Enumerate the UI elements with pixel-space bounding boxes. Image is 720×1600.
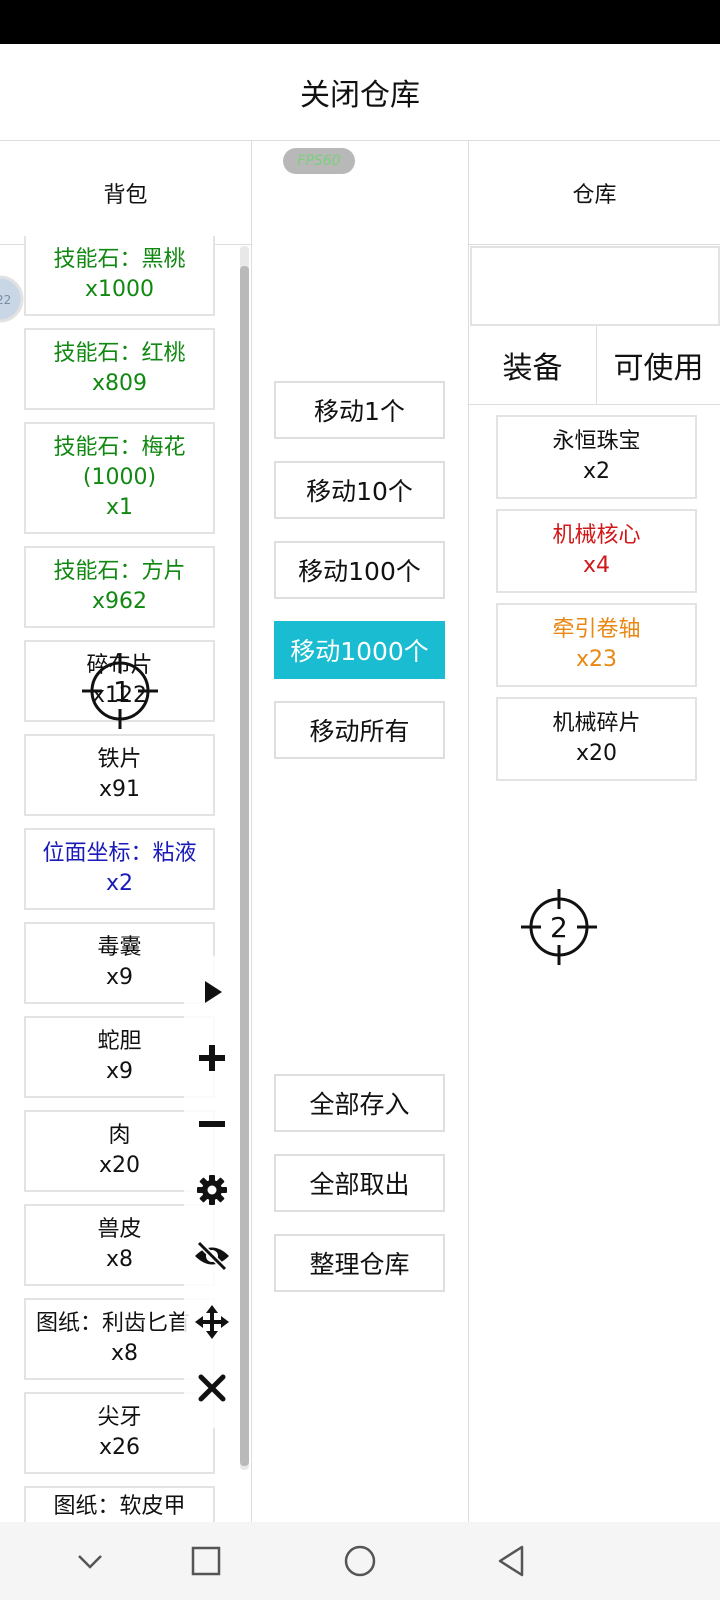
item-qty: x20 bbox=[98, 1153, 140, 1178]
item-qty: x26 bbox=[98, 1435, 140, 1460]
item-name: 兽皮 bbox=[97, 1217, 142, 1242]
move-1-button[interactable]: 移动1个 bbox=[274, 381, 445, 439]
bag-title: 背包 bbox=[103, 183, 148, 208]
side-bubble-text: 22 bbox=[0, 293, 11, 307]
eye-off-icon[interactable] bbox=[184, 1228, 240, 1284]
minus-icon[interactable] bbox=[184, 1096, 240, 1152]
move-1000-button[interactable]: 移动1000个 bbox=[274, 621, 445, 679]
item-qty: x962 bbox=[91, 589, 147, 614]
circle-icon[interactable] bbox=[339, 1540, 381, 1582]
warehouse-item[interactable]: 永恒珠宝 x2 bbox=[496, 415, 697, 499]
bag-header: 背包 bbox=[0, 141, 251, 245]
warehouse-item[interactable]: 机械碎片 x20 bbox=[496, 697, 697, 781]
crosshair-1-label: 1 bbox=[113, 675, 131, 708]
item-name: 技能石：红桃 bbox=[53, 341, 186, 366]
page-title: 关闭仓库 bbox=[300, 78, 420, 113]
gear-icon[interactable] bbox=[184, 1162, 240, 1218]
item-name: 永恒珠宝 bbox=[552, 429, 641, 454]
bag-item[interactable]: 技能石：方片 x962 bbox=[24, 546, 215, 628]
bag-item[interactable]: 位面坐标：粘液 x2 bbox=[24, 828, 215, 910]
status-bar bbox=[0, 0, 720, 44]
play-icon[interactable] bbox=[184, 964, 240, 1020]
item-qty: x9 bbox=[105, 1059, 134, 1084]
item-qty: x809 bbox=[91, 371, 147, 396]
withdraw-all-button[interactable]: 全部取出 bbox=[274, 1154, 445, 1212]
item-qty: x2 bbox=[105, 871, 134, 896]
bag-item[interactable]: 图纸：软皮甲 bbox=[24, 1486, 215, 1522]
item-name: 肉 bbox=[108, 1123, 131, 1148]
square-icon[interactable] bbox=[185, 1540, 227, 1582]
item-qty: x1000 bbox=[84, 277, 154, 302]
deposit-all-button[interactable]: 全部存入 bbox=[274, 1074, 445, 1132]
item-name: 蛇胆 bbox=[97, 1029, 142, 1054]
bag-item[interactable]: 技能石：黑桃 x1000 bbox=[24, 236, 215, 316]
plus-icon[interactable] bbox=[184, 1030, 240, 1086]
item-name: 技能石：梅花 bbox=[53, 435, 186, 460]
item-name: 图纸：软皮甲 bbox=[53, 1494, 186, 1519]
item-name: 机械核心 bbox=[552, 523, 641, 548]
bag-item[interactable]: 技能石：红桃 x809 bbox=[24, 328, 215, 410]
divider-left bbox=[251, 141, 252, 1522]
item-name: 尖牙 bbox=[97, 1405, 142, 1430]
item-qty: x1 bbox=[105, 495, 134, 520]
crosshair-2-icon[interactable]: 2 bbox=[519, 887, 599, 967]
crosshair-2-label: 2 bbox=[550, 911, 568, 944]
item-name: 毒囊 bbox=[97, 935, 142, 960]
item-qty: x2 bbox=[582, 459, 611, 484]
close-warehouse-button[interactable]: 关闭仓库 bbox=[0, 44, 720, 141]
item-qty: x8 bbox=[110, 1341, 139, 1366]
item-qty: x9 bbox=[105, 965, 134, 990]
move-icon[interactable] bbox=[184, 1294, 240, 1350]
tab-usable[interactable]: 可使用 bbox=[597, 326, 720, 404]
item-qty: x91 bbox=[98, 777, 140, 802]
warehouse-title: 仓库 bbox=[572, 183, 617, 208]
warehouse-header-underline bbox=[469, 244, 720, 245]
back-triangle-icon[interactable] bbox=[490, 1540, 532, 1582]
move-10-button[interactable]: 移动10个 bbox=[274, 461, 445, 519]
chevron-down-icon[interactable] bbox=[69, 1540, 111, 1582]
tabs-underline bbox=[469, 404, 720, 405]
item-qty: x8 bbox=[105, 1247, 134, 1272]
warehouse-header: 仓库 bbox=[469, 141, 720, 245]
move-100-button[interactable]: 移动100个 bbox=[274, 541, 445, 599]
warehouse-search-input[interactable] bbox=[470, 246, 720, 326]
item-qty: x20 bbox=[575, 741, 617, 766]
close-icon[interactable] bbox=[184, 1360, 240, 1416]
item-name: 铁片 bbox=[97, 747, 142, 772]
bag-item[interactable]: 技能石：梅花 (1000) x1 bbox=[24, 422, 215, 534]
move-all-button[interactable]: 移动所有 bbox=[274, 701, 445, 759]
item-name: 牵引卷轴 bbox=[552, 617, 641, 642]
warehouse-item[interactable]: 机械核心 x4 bbox=[496, 509, 697, 593]
warehouse-item[interactable]: 牵引卷轴 x23 bbox=[496, 603, 697, 687]
item-name: 位面坐标：粘液 bbox=[42, 841, 197, 866]
fps-badge: FPS60 bbox=[283, 148, 355, 174]
bag-item[interactable]: 铁片 x91 bbox=[24, 734, 215, 816]
tab-usable-label: 可使用 bbox=[613, 351, 704, 386]
item-subname: (1000) bbox=[82, 465, 157, 490]
tab-equipment[interactable]: 装备 bbox=[469, 326, 597, 404]
item-qty: x23 bbox=[575, 647, 617, 672]
crosshair-1-icon[interactable]: 1 bbox=[80, 651, 160, 731]
bag-scrollbar-thumb[interactable] bbox=[240, 266, 249, 1466]
item-name: 技能石：黑桃 bbox=[53, 247, 186, 272]
item-qty: x4 bbox=[582, 553, 611, 578]
tab-equipment-label: 装备 bbox=[502, 351, 563, 386]
item-name: 机械碎片 bbox=[552, 711, 641, 736]
item-name: 图纸：利齿匕首 bbox=[36, 1311, 191, 1336]
sort-warehouse-button[interactable]: 整理仓库 bbox=[274, 1234, 445, 1292]
item-name: 技能石：方片 bbox=[53, 559, 186, 584]
